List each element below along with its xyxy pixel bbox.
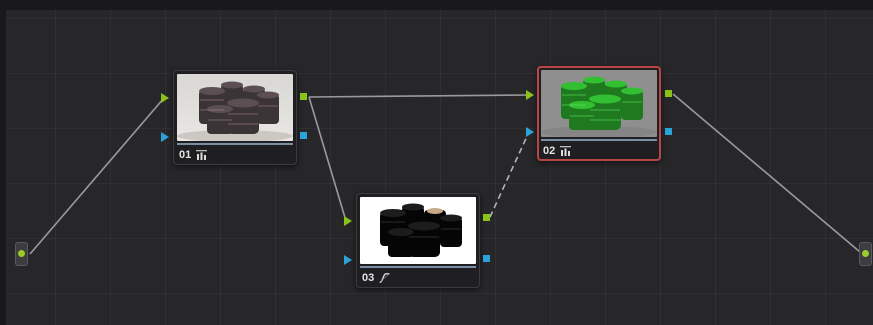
curve-icon: [379, 273, 390, 283]
node-02-rgb-input[interactable]: [526, 90, 534, 100]
source-input-node[interactable]: [15, 242, 28, 266]
node-01-number: 01: [179, 149, 192, 161]
bars-icon: [196, 150, 208, 160]
node-graph-canvas[interactable]: 01 02 03: [0, 0, 873, 325]
node-01-thumbnail: [177, 74, 293, 141]
node-03-rgb-input[interactable]: [344, 216, 352, 226]
bars-icon: [560, 146, 572, 156]
node-02-key-output[interactable]: [665, 128, 672, 135]
node-02-thumbnail: [541, 70, 657, 137]
node-01-separator: [177, 143, 293, 145]
node-03-separator: [360, 266, 476, 268]
link-source-to-01: [29, 97, 165, 255]
node-02[interactable]: 02: [537, 66, 661, 161]
node-03-thumbnail: [360, 197, 476, 264]
node-01[interactable]: 01: [173, 70, 297, 165]
output-node[interactable]: [859, 242, 872, 266]
node-02-separator: [541, 139, 657, 141]
node-01-key-input[interactable]: [161, 132, 169, 142]
source-output-dot[interactable]: [18, 250, 25, 257]
node-03-rgb-output[interactable]: [483, 214, 490, 221]
node-02-rgb-output[interactable]: [665, 90, 672, 97]
node-01-rgb-output[interactable]: [300, 93, 307, 100]
node-03-number: 03: [362, 272, 375, 284]
output-input-dot[interactable]: [862, 250, 869, 257]
node-03[interactable]: 03: [356, 193, 480, 288]
link-02-to-output: [672, 93, 861, 253]
link-01-to-03: [308, 96, 347, 222]
node-02-key-input[interactable]: [526, 127, 534, 137]
node-01-rgb-input[interactable]: [161, 93, 169, 103]
link-03-to-02-dashed: [489, 131, 530, 218]
node-02-number: 02: [543, 145, 556, 157]
node-01-key-output[interactable]: [300, 132, 307, 139]
node-03-key-input[interactable]: [344, 255, 352, 265]
node-03-key-output[interactable]: [483, 255, 490, 262]
link-01-to-02: [308, 94, 530, 98]
